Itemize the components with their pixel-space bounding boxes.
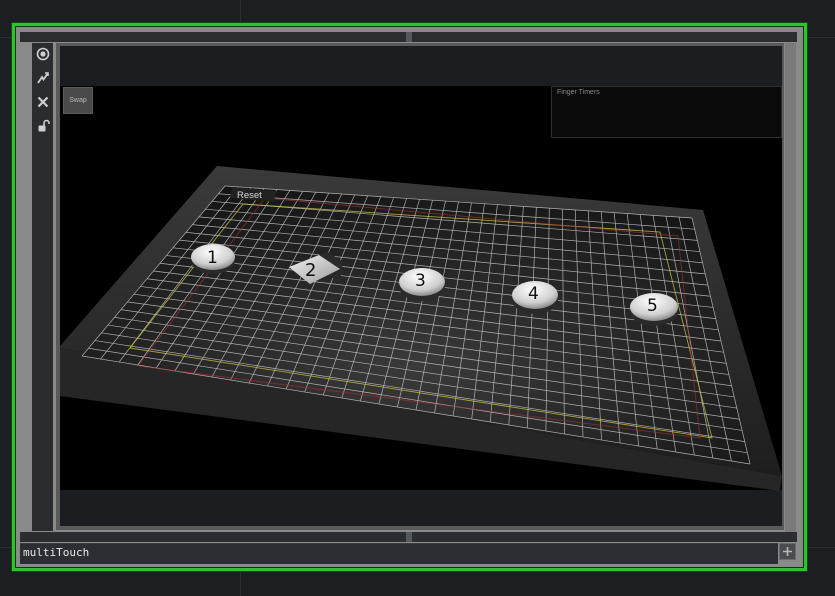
plus-icon: [783, 547, 792, 556]
puck-3[interactable]: 3: [399, 268, 445, 301]
puck-1[interactable]: 1: [191, 244, 235, 274]
top-divider-tick: [406, 32, 412, 42]
puck-2-label: 2: [305, 260, 316, 281]
lock-icon[interactable]: [32, 115, 53, 137]
reset-label: Reset: [237, 190, 262, 201]
finger-timers-label: Finger Timers: [557, 89, 600, 96]
puck-4[interactable]: 4: [512, 281, 558, 314]
bottom-divider-tick: [406, 532, 412, 542]
puck-1-label: 1: [207, 248, 218, 268]
close-icon[interactable]: [32, 91, 53, 113]
bypass-icon[interactable]: [32, 67, 53, 89]
node-handle[interactable]: [779, 543, 796, 560]
node-name: multiTouch: [23, 546, 90, 559]
node-name-bar[interactable]: multiTouch: [20, 543, 778, 564]
puck-3-label: 3: [415, 271, 426, 291]
swap-button[interactable]: Swap: [63, 87, 93, 114]
puck-4-label: 4: [528, 284, 539, 304]
view-icon[interactable]: [32, 43, 53, 65]
right-gutter: [785, 43, 796, 532]
touch-viewer[interactable]: Reset 1 2 3 4 5 Swap Finger Timers: [60, 46, 782, 526]
finger-timers-panel: Finger Timers: [551, 86, 782, 138]
puck-5-label: 5: [647, 296, 658, 316]
puck-5[interactable]: 5: [630, 293, 678, 326]
node-toolbar: [32, 43, 53, 531]
swap-label: Swap: [69, 97, 87, 104]
